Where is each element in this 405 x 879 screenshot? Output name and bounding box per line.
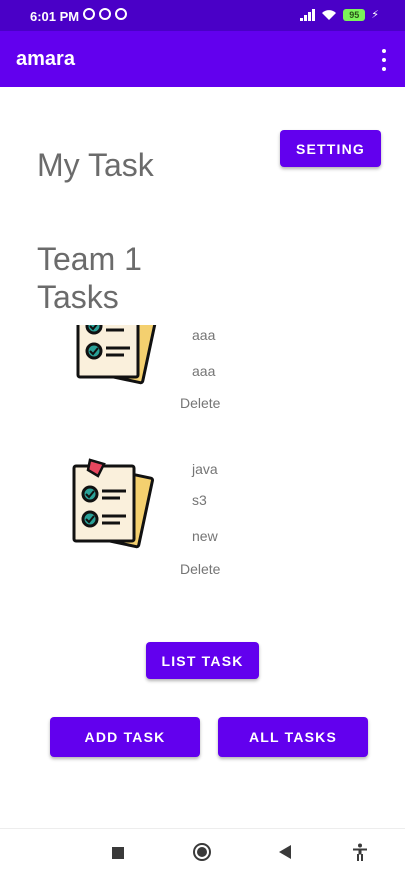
- home-circle-icon[interactable]: [193, 843, 211, 861]
- task-state: new: [192, 528, 218, 544]
- all-tasks-button[interactable]: ALL TASKS: [218, 717, 368, 757]
- battery-level: 95: [349, 9, 360, 20]
- battery-icon: 95: [343, 8, 366, 21]
- task-list-icon: [72, 458, 155, 549]
- task-body: aaa: [192, 363, 216, 379]
- setting-button[interactable]: SETTING: [280, 130, 381, 167]
- accessibility-icon[interactable]: [352, 843, 368, 861]
- app-bar: amara: [0, 31, 405, 87]
- delete-link[interactable]: Delete: [180, 561, 220, 577]
- task-title: aaa: [192, 327, 216, 343]
- app-title: amara: [16, 48, 75, 70]
- signal-icon: [300, 8, 316, 21]
- task-body: s3: [192, 492, 207, 508]
- status-bar: 6:01 PM 95 ⚡: [0, 0, 405, 31]
- add-task-button[interactable]: ADD TASK: [50, 717, 200, 757]
- square-icon[interactable]: [112, 847, 124, 859]
- status-time: 6:01 PM: [30, 9, 80, 24]
- navigation-bar: [0, 828, 405, 879]
- sync-icon: [99, 8, 111, 20]
- more-vert-icon[interactable]: [379, 49, 389, 71]
- wifi-icon: [322, 9, 337, 20]
- list-task-button[interactable]: LIST TASK: [146, 642, 259, 679]
- charging-icon: ⚡: [371, 9, 379, 21]
- page-title: My Task: [37, 147, 154, 183]
- delete-link[interactable]: Delete: [180, 395, 220, 411]
- sync-icon: [115, 8, 127, 20]
- status-icons: [83, 8, 127, 20]
- status-right: 95 ⚡: [300, 8, 379, 21]
- task-list-icon: [76, 325, 159, 385]
- alarm-icon: [83, 8, 95, 20]
- task-title: java: [192, 461, 218, 477]
- task-icon-container: [72, 325, 162, 387]
- back-triangle-icon[interactable]: [279, 845, 291, 859]
- team-tasks-heading: Team 1 Tasks: [37, 241, 142, 315]
